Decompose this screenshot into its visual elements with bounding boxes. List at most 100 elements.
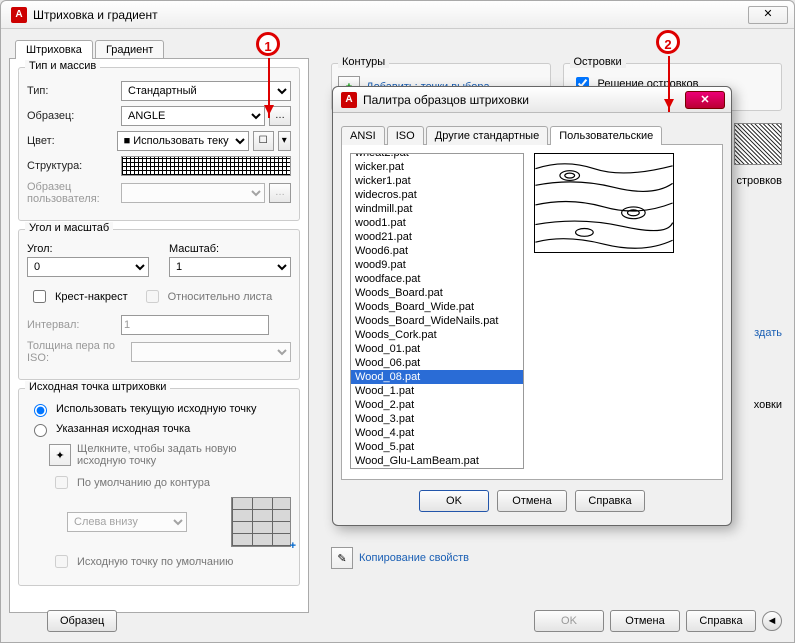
group-origin-title: Исходная точка штриховки <box>25 381 170 393</box>
palette-help-button[interactable]: Справка <box>575 490 645 512</box>
pattern-item[interactable]: wheat2.pat <box>351 153 523 160</box>
pattern-item[interactable]: wicker1.pat <box>351 174 523 188</box>
custom-pattern-label: Образец пользователя: <box>27 181 117 205</box>
pattern-item[interactable]: Wood_1.pat <box>351 384 523 398</box>
pattern-item[interactable]: Wood_3.pat <box>351 412 523 426</box>
color-swatch-button[interactable]: ☐ <box>253 131 274 151</box>
pattern-item[interactable]: Wood_01.pat <box>351 342 523 356</box>
tab-gradient[interactable]: Градиент <box>95 40 164 59</box>
pattern-item[interactable]: Wood6.pat <box>351 244 523 258</box>
pattern-item[interactable]: Woods_Board_WideNails.pat <box>351 314 523 328</box>
angle-select[interactable]: 0 <box>27 257 149 277</box>
pattern-item[interactable]: widecros.pat <box>351 188 523 202</box>
isopen-select <box>131 342 291 362</box>
structure-preview[interactable] <box>121 156 291 176</box>
rel-paper-check: Относительно листа <box>142 287 273 306</box>
pattern-select[interactable]: ANGLE <box>121 106 265 126</box>
group-type-title: Тип и массив <box>25 60 100 72</box>
crosshatch-check[interactable]: Крест-накрест <box>29 287 128 306</box>
type-select[interactable]: Стандартный <box>121 81 291 101</box>
sample-button[interactable]: Образец <box>47 610 117 632</box>
dialog-title: Штриховка и градиент <box>33 8 748 22</box>
bottom-bar: OK Отмена Справка ◄ <box>534 610 782 632</box>
island-style-preview <box>734 123 782 165</box>
origin-preview <box>231 497 291 547</box>
default-boundary-check: По умолчанию до контура <box>51 473 291 492</box>
pattern-item[interactable]: Wood_4.pat <box>351 426 523 440</box>
pattern-item[interactable]: Woods_Board_Wide.pat <box>351 300 523 314</box>
group-angle-title: Угол и масштаб <box>25 222 113 234</box>
palette-ok-button[interactable]: OK <box>419 490 489 512</box>
pattern-item[interactable]: windmill.pat <box>351 202 523 216</box>
app-icon: A <box>11 7 27 23</box>
pattern-item[interactable]: wicker.pat <box>351 160 523 174</box>
pattern-item[interactable]: Wood_2.pat <box>351 398 523 412</box>
hatch-panel: Тип и массив Тип: Стандартный Образец: A… <box>9 58 309 613</box>
palette-buttons: OK Отмена Справка <box>341 490 723 512</box>
cancel-button-main[interactable]: Отмена <box>610 610 680 632</box>
pattern-item[interactable]: Wood_06.pat <box>351 356 523 370</box>
pattern-item[interactable]: woodface.pat <box>351 272 523 286</box>
pattern-item[interactable]: Wood_Glu-LamBeam.pat <box>351 454 523 468</box>
color-dropdown-button[interactable]: ▾ <box>278 131 291 151</box>
islands-cut-text: стровков <box>734 175 782 187</box>
interval-label: Интервал: <box>27 319 117 331</box>
expand-button[interactable]: ◄ <box>762 611 782 631</box>
pick-origin-icon: ✦ <box>49 444 71 466</box>
palette-body: ANSI ISO Другие стандартные Пользователь… <box>333 113 731 525</box>
palette-app-icon: A <box>341 92 357 108</box>
group-angle-scale: Угол и масштаб Угол: 0 Масштаб: 1 Крест-… <box>18 229 300 380</box>
pattern-item[interactable]: wood21.pat <box>351 230 523 244</box>
islands-title: Островки <box>570 56 626 68</box>
group-type: Тип и массив Тип: Стандартный Образец: A… <box>18 67 300 221</box>
callout-2: 2 <box>656 30 680 54</box>
isopen-label: Толщина пера по ISO: <box>27 340 127 364</box>
type-label: Тип: <box>27 85 117 97</box>
group-origin: Исходная точка штриховки Использовать те… <box>18 388 300 586</box>
titlebar: A Штриховка и градиент ✕ <box>1 1 794 29</box>
copy-props-link[interactable]: Копирование свойств <box>359 552 469 564</box>
pattern-preview <box>534 153 674 253</box>
store-default-check: Исходную точку по умолчанию <box>51 552 291 571</box>
palette-tab-ansi[interactable]: ANSI <box>341 126 385 145</box>
pattern-item[interactable]: Wood_08.pat <box>351 370 523 384</box>
palette-tabs: ANSI ISO Другие стандартные Пользователь… <box>341 125 723 144</box>
palette-close-button[interactable]: ✕ <box>685 91 725 109</box>
custom-pattern-browse: … <box>269 183 291 203</box>
create-cut-link[interactable]: здать <box>734 327 782 339</box>
pattern-item[interactable]: Woods_Board.pat <box>351 286 523 300</box>
angle-label: Угол: <box>27 243 149 255</box>
origin-specified-radio[interactable]: Указанная исходная точка <box>29 421 291 437</box>
interval-input <box>121 315 269 335</box>
pattern-item[interactable]: wood1.pat <box>351 216 523 230</box>
palette-tab-custom[interactable]: Пользовательские <box>550 126 662 145</box>
help-button-main[interactable]: Справка <box>686 610 756 632</box>
palette-content: wheat1.patwheat2.patwicker.patwicker1.pa… <box>341 144 723 480</box>
callout-1-arrow <box>268 58 270 118</box>
close-button[interactable]: ✕ <box>748 6 788 24</box>
pattern-item[interactable]: Woods_Cork.pat <box>351 328 523 342</box>
ok-button-main: OK <box>534 610 604 632</box>
pattern-item[interactable]: Wood_5.pat <box>351 440 523 454</box>
palette-dialog: A Палитра образцов штриховки ✕ ANSI ISO … <box>332 86 732 526</box>
origin-current-radio[interactable]: Использовать текущую исходную точку <box>29 401 291 417</box>
palette-tab-other[interactable]: Другие стандартные <box>426 126 548 145</box>
palette-tab-iso[interactable]: ISO <box>387 126 424 145</box>
custom-pattern-select <box>121 183 265 203</box>
tab-hatch[interactable]: Штриховка <box>15 40 93 59</box>
color-label: Цвет: <box>27 135 113 147</box>
copy-props-icon[interactable]: ✎ <box>331 547 353 569</box>
scale-label: Масштаб: <box>169 243 291 255</box>
pattern-item[interactable]: wood9.pat <box>351 258 523 272</box>
callout-2-arrow <box>668 56 670 112</box>
origin-corner-select: Слева внизу <box>67 512 187 532</box>
pick-origin-hint: Щелкните, чтобы задать новую исходную то… <box>77 443 237 467</box>
scale-select[interactable]: 1 <box>169 257 291 277</box>
palette-cancel-button[interactable]: Отмена <box>497 490 567 512</box>
structure-label: Структура: <box>27 160 117 172</box>
pattern-label: Образец: <box>27 110 117 122</box>
hatch-cut-text: ховки <box>734 399 782 411</box>
palette-title: Палитра образцов штриховки <box>363 93 685 107</box>
pattern-list[interactable]: wheat1.patwheat2.patwicker.patwicker1.pa… <box>350 153 524 469</box>
color-select[interactable]: ■ Использовать теку <box>117 131 249 151</box>
